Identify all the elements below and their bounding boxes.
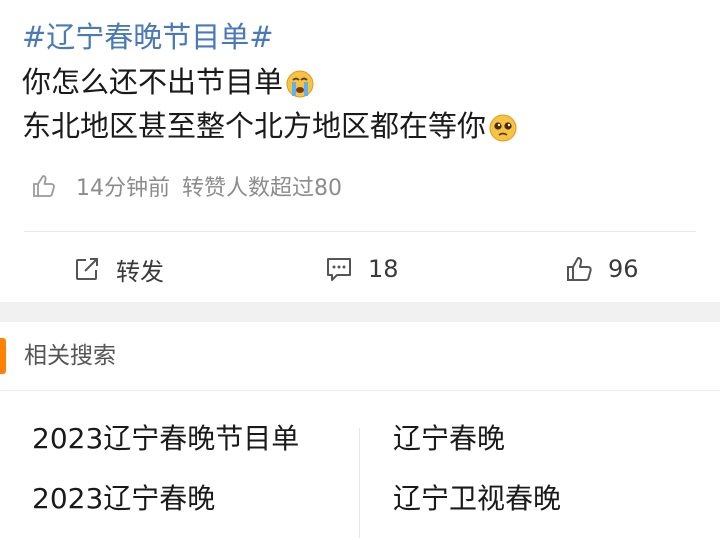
post-text-2: 东北地区甚至整个北方地区都在等你 (22, 109, 487, 143)
related-searches-title: 相关搜索 (24, 343, 116, 369)
related-search-item[interactable]: 辽宁卫视春晚 (393, 479, 561, 519)
post-actions-bar: 转发 18 96 (0, 240, 720, 298)
related-searches-header: 相关搜索 (0, 322, 720, 391)
related-search-item[interactable]: 2023辽宁春晚节目单 (32, 419, 299, 459)
repost-label: 转发 (116, 257, 164, 286)
related-searches-grid: 2023辽宁春晚节目单 辽宁春晚 2023辽宁春晚 辽宁卫视春晚 (0, 391, 720, 540)
post-meta: 14分钟前 转赞人数超过80 (30, 168, 342, 204)
related-searches-section: 相关搜索 2023辽宁春晚节目单 辽宁春晚 2023辽宁春晚 辽宁卫视春晚 (0, 322, 720, 540)
like-count: 96 (608, 255, 639, 283)
post-time: 14分钟前 (76, 176, 170, 201)
pleading-face-emoji-icon (488, 113, 518, 143)
share-icon (76, 258, 98, 280)
comment-button[interactable]: 18 (324, 240, 399, 298)
post-text-1: 你怎么还不出节目单 (22, 65, 284, 99)
engagement-note: 转赞人数超过80 (182, 176, 342, 201)
section-gap (0, 302, 720, 322)
crying-face-emoji-icon (285, 69, 315, 99)
post-text-line-1: 你怎么还不出节目单 (22, 62, 315, 102)
post-divider (24, 231, 696, 232)
post-text-line-2: 东北地区甚至整个北方地区都在等你 (22, 106, 518, 146)
section-accent-bar (0, 338, 6, 374)
column-divider (359, 428, 360, 538)
thumbs-up-icon (567, 257, 592, 281)
weibo-post: #辽宁春晚节目单# 你怎么还不出节目单 东北地区甚至整个北方地区都在等你 14分… (0, 0, 720, 302)
hashtag-topic-link[interactable]: #辽宁春晚节目单# (22, 17, 274, 57)
repost-button[interactable]: 转发 (72, 240, 164, 298)
comment-icon (327, 258, 351, 281)
thumbs-up-outline-icon (33, 175, 55, 197)
related-search-item[interactable]: 2023辽宁春晚 (32, 479, 215, 519)
related-search-item[interactable]: 辽宁春晚 (393, 419, 505, 459)
like-button[interactable]: 96 (564, 240, 639, 298)
comment-count: 18 (368, 255, 399, 283)
